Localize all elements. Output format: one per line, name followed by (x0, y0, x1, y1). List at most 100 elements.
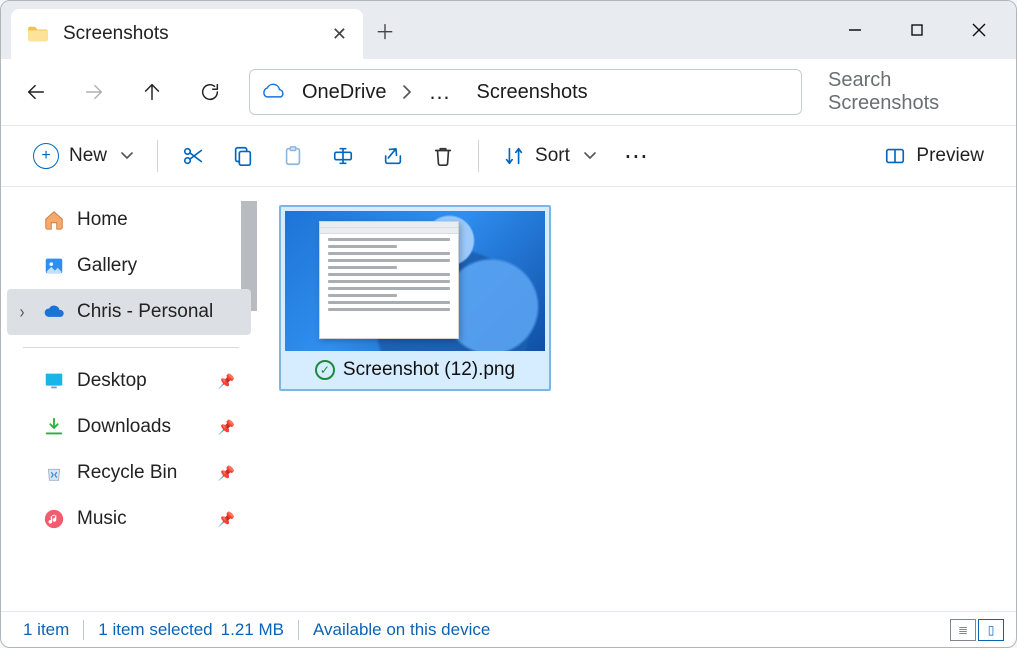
search-input[interactable]: Search Screenshots (814, 69, 1008, 115)
sort-button-label: Sort (535, 145, 570, 167)
window-controls (824, 1, 1016, 59)
plus-circle-icon: + (33, 143, 59, 169)
sidebar-item-label: Recycle Bin (77, 462, 177, 484)
nav-sidebar: Home Gallery Chris - Personal Desktop 📌 … (1, 187, 257, 611)
file-thumbnail (285, 211, 545, 351)
status-selection: 1 item selected 1.21 MB (84, 620, 298, 640)
desktop-icon (43, 370, 65, 392)
up-button[interactable] (125, 72, 179, 112)
minimize-button[interactable] (824, 1, 886, 59)
sidebar-item-downloads[interactable]: Downloads 📌 (1, 404, 257, 450)
onedrive-icon (43, 301, 65, 323)
forward-button[interactable] (67, 72, 121, 112)
arrow-left-icon (25, 81, 47, 103)
view-toggles: ≣ ▯ (950, 619, 1008, 641)
more-button[interactable]: ⋯ (610, 136, 665, 176)
address-segment-current[interactable]: Screenshots (468, 77, 595, 108)
recycle-bin-icon (43, 462, 65, 484)
new-tab-button[interactable]: ＋ (363, 1, 407, 59)
share-icon (382, 145, 404, 167)
file-item[interactable]: ✓ Screenshot (12).png (279, 205, 551, 391)
sidebar-item-label: Desktop (77, 370, 147, 392)
new-button-label: New (69, 145, 107, 167)
sidebar-item-label: Home (77, 209, 128, 231)
close-tab-icon[interactable]: ✕ (332, 24, 347, 45)
onedrive-icon (260, 82, 286, 102)
trash-icon (432, 145, 454, 167)
grid-view-toggle[interactable]: ▯ (978, 619, 1004, 641)
preview-button-label: Preview (916, 145, 984, 167)
rename-button[interactable] (318, 136, 368, 176)
minimize-icon (848, 23, 862, 37)
back-button[interactable] (9, 72, 63, 112)
details-pane-icon (884, 145, 906, 167)
sidebar-item-music[interactable]: Music 📌 (1, 496, 257, 542)
copy-button[interactable] (218, 136, 268, 176)
status-size: 1.21 MB (221, 620, 284, 640)
toolbar: + New Sort ⋯ (1, 125, 1016, 187)
titlebar: Screenshots ✕ ＋ (1, 1, 1016, 59)
address-bar[interactable]: OneDrive … Screenshots (249, 69, 802, 115)
pin-icon: 📌 (218, 511, 235, 528)
arrow-up-icon (141, 81, 163, 103)
address-segment-onedrive[interactable]: OneDrive (294, 77, 394, 108)
tab-title: Screenshots (63, 23, 169, 45)
paste-button[interactable] (268, 136, 318, 176)
main-area: Home Gallery Chris - Personal Desktop 📌 … (1, 187, 1016, 611)
clipboard-icon (282, 145, 304, 167)
sidebar-item-label: Downloads (77, 416, 171, 438)
sidebar-item-recycle[interactable]: Recycle Bin 📌 (1, 450, 257, 496)
sidebar-separator (23, 347, 239, 348)
home-icon (43, 209, 65, 231)
delete-button[interactable] (418, 136, 468, 176)
sidebar-item-gallery[interactable]: Gallery (1, 243, 257, 289)
preview-button[interactable]: Preview (870, 136, 998, 176)
file-name: Screenshot (12).png (343, 359, 515, 381)
share-button[interactable] (368, 136, 418, 176)
status-availability: Available on this device (299, 620, 504, 640)
status-item-count: 1 item (9, 620, 83, 640)
music-icon (43, 508, 65, 530)
status-bar: 1 item 1 item selected 1.21 MB Available… (1, 611, 1016, 647)
list-view-toggle[interactable]: ≣ (950, 619, 976, 641)
explorer-window: Screenshots ✕ ＋ (0, 0, 1017, 648)
sidebar-item-home[interactable]: Home (1, 197, 257, 243)
sidebar-item-account[interactable]: Chris - Personal (7, 289, 251, 335)
navbar: OneDrive … Screenshots Search Screenshot… (1, 59, 1016, 125)
gallery-icon (43, 255, 65, 277)
chevron-right-icon (402, 85, 412, 99)
sidebar-item-desktop[interactable]: Desktop 📌 (1, 358, 257, 404)
copy-icon (232, 145, 254, 167)
maximize-icon (910, 23, 924, 37)
sidebar-item-label: Music (77, 508, 127, 530)
close-window-button[interactable] (948, 1, 1010, 59)
chevron-down-icon (584, 151, 596, 161)
sort-icon (503, 145, 525, 167)
refresh-icon (199, 81, 221, 103)
toolbar-divider (157, 140, 158, 172)
sort-button[interactable]: Sort (489, 136, 610, 176)
arrow-right-icon (83, 81, 105, 103)
refresh-button[interactable] (183, 72, 237, 112)
sidebar-item-label: Chris - Personal (77, 301, 213, 323)
file-label-row: ✓ Screenshot (12).png (315, 351, 515, 381)
maximize-button[interactable] (886, 1, 948, 59)
cut-button[interactable] (168, 136, 218, 176)
chevron-down-icon (121, 151, 133, 161)
toolbar-divider (478, 140, 479, 172)
pin-icon: 📌 (218, 465, 235, 482)
new-button[interactable]: + New (19, 136, 147, 176)
sidebar-item-label: Gallery (77, 255, 137, 277)
content-pane[interactable]: ✓ Screenshot (12).png (257, 187, 1016, 611)
synced-check-icon: ✓ (315, 360, 335, 380)
close-icon (971, 22, 987, 38)
download-icon (43, 416, 65, 438)
rename-icon (332, 145, 354, 167)
status-selection-text: 1 item selected (98, 620, 212, 640)
address-overflow[interactable]: … (420, 79, 460, 105)
pin-icon: 📌 (218, 373, 235, 390)
pin-icon: 📌 (218, 419, 235, 436)
tab-screenshots[interactable]: Screenshots ✕ (11, 9, 363, 59)
folder-icon (27, 25, 49, 43)
scissors-icon (182, 145, 204, 167)
